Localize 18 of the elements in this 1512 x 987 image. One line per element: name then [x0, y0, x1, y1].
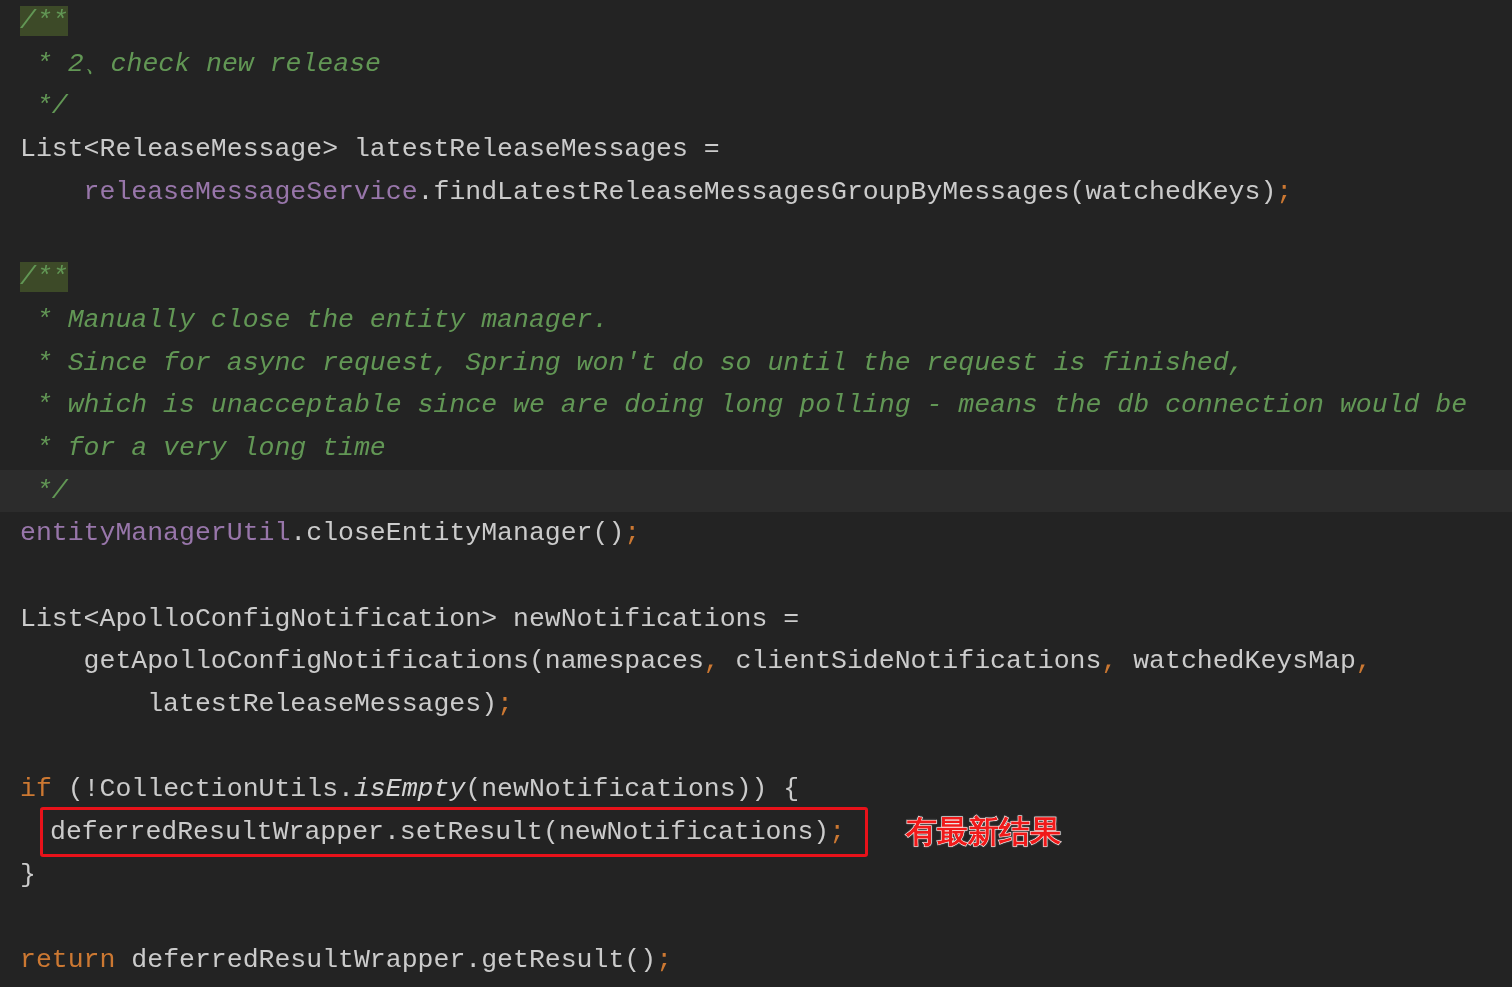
code-line: * Since for async request, Spring won't do so until the request is finished,	[34, 346, 1245, 380]
code-line: deferredResultWrapper.setResult(newNotifications);	[50, 816, 846, 850]
code-line: * which is unacceptable since we are doing long polling - means the db connection would be	[34, 389, 1468, 423]
code-line: */	[34, 90, 68, 124]
code-line: }	[20, 858, 36, 892]
code-line: entityManagerUtil.closeEntityManager();	[20, 517, 641, 551]
code-line: latestReleaseMessages);	[146, 688, 513, 721]
code-line: getApolloConfigNotifications(namespaces, clientSideNotifications, watchedKeysMap,	[82, 645, 1372, 679]
code-line: */	[34, 474, 68, 508]
code-line: * 2、check new release	[34, 47, 381, 81]
code-line: * Manually close the entity manager.	[34, 303, 609, 337]
code-line: if (!CollectionUtils.isEmpty(newNotifications)) {	[20, 773, 800, 807]
code-line: List<ReleaseMessage> latestReleaseMessages =	[20, 133, 720, 167]
code-line: * for a very long time	[34, 431, 386, 465]
code-line: List<ApolloConfigNotification> newNotifications =	[20, 602, 800, 636]
code-line: return deferredResultWrapper.getResult();	[20, 944, 673, 978]
annotation-text: 有最新结果	[906, 812, 1062, 852]
code-line: releaseMessageService.findLatestReleaseMessagesGroupByMessages(watchedKeys);	[82, 175, 1293, 209]
